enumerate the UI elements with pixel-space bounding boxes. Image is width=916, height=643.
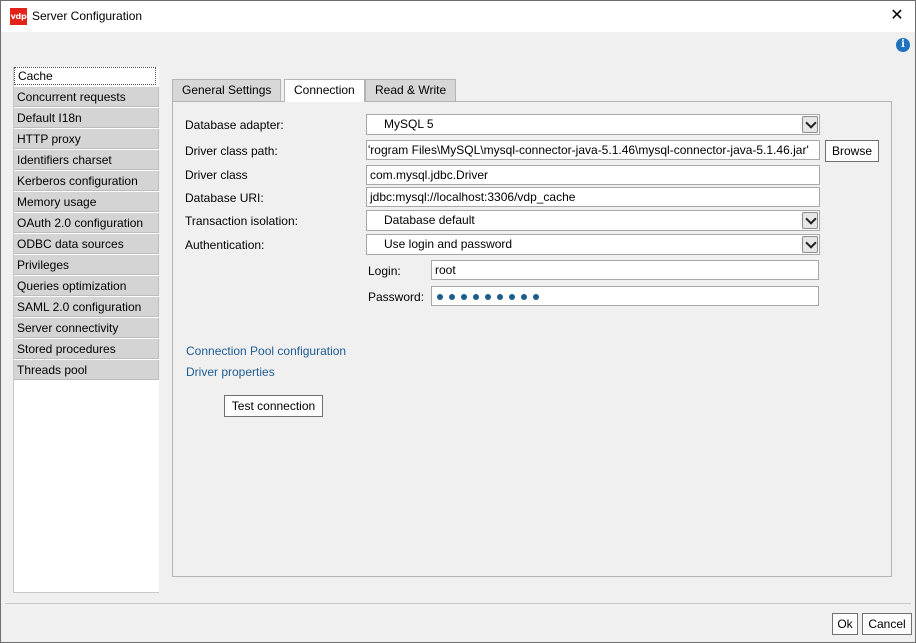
- driver-properties-link[interactable]: Driver properties: [186, 365, 275, 379]
- sidebar-item-privileges[interactable]: Privileges: [14, 255, 159, 275]
- transaction-isolation-select[interactable]: Database default: [366, 210, 820, 231]
- password-mask-dot: [437, 293, 443, 300]
- password-label: Password:: [368, 290, 425, 304]
- transaction-isolation-label: Transaction isolation:: [185, 214, 298, 228]
- sidebar-item-threads-pool[interactable]: Threads pool: [14, 360, 159, 380]
- authentication-label: Authentication:: [185, 238, 265, 252]
- password-mask-dot: [449, 293, 455, 300]
- settings-sidebar: Cache Concurrent requests Default I18n H…: [13, 67, 159, 593]
- window-title: Server Configuration: [32, 9, 143, 23]
- connection-pool-configuration-link[interactable]: Connection Pool configuration: [186, 344, 346, 358]
- sidebar-item-cache[interactable]: Cache: [14, 67, 156, 85]
- driver-class-path-label: Driver class path:: [185, 144, 278, 158]
- sidebar-item-concurrent-requests[interactable]: Concurrent requests: [14, 87, 159, 107]
- sidebar-item-identifiers-charset[interactable]: Identifiers charset: [14, 150, 159, 170]
- sidebar-item-queries-optimization[interactable]: Queries optimization: [14, 276, 159, 296]
- chevron-down-icon[interactable]: [802, 212, 818, 229]
- authentication-value: Use login and password: [384, 237, 513, 251]
- chevron-down-icon[interactable]: [802, 116, 818, 133]
- vdp-app-icon: vdp: [10, 8, 27, 25]
- test-connection-button[interactable]: Test connection: [224, 395, 323, 417]
- sidebar-item-default-i18n[interactable]: Default I18n: [14, 108, 159, 128]
- chevron-down-icon[interactable]: [802, 236, 818, 253]
- tab-read-write[interactable]: Read & Write: [365, 79, 457, 101]
- close-icon[interactable]: ✕: [885, 5, 909, 27]
- database-adapter-select[interactable]: MySQL 5: [366, 114, 820, 135]
- password-mask-dot: [461, 293, 467, 300]
- password-input[interactable]: [431, 286, 819, 306]
- sidebar-item-stored-procedures[interactable]: Stored procedures: [14, 339, 159, 359]
- driver-class-label: Driver class: [185, 168, 248, 182]
- sidebar-item-kerberos-configuration[interactable]: Kerberos configuration: [14, 171, 159, 191]
- sidebar-item-http-proxy[interactable]: HTTP proxy: [14, 129, 159, 149]
- password-mask-dot: [497, 293, 503, 300]
- browse-button[interactable]: Browse: [825, 140, 879, 162]
- password-mask-dot: [533, 293, 539, 300]
- footer-divider: [5, 603, 911, 604]
- cancel-button[interactable]: Cancel: [862, 613, 912, 635]
- ok-button[interactable]: Ok: [832, 613, 858, 635]
- driver-class-path-input[interactable]: 'rogram Files\MySQL\mysql-connector-java…: [366, 140, 820, 160]
- database-adapter-label: Database adapter:: [185, 118, 284, 132]
- tab-connection[interactable]: Connection: [284, 79, 365, 102]
- sidebar-item-saml-configuration[interactable]: SAML 2.0 configuration: [14, 297, 159, 317]
- sidebar-item-memory-usage[interactable]: Memory usage: [14, 192, 159, 212]
- login-label: Login:: [368, 264, 401, 278]
- sidebar-item-server-connectivity[interactable]: Server connectivity: [14, 318, 159, 338]
- database-uri-input[interactable]: jdbc:mysql://localhost:3306/vdp_cache: [366, 187, 820, 207]
- server-configuration-window: vdp Server Configuration ✕ i Cache Concu…: [0, 0, 916, 643]
- driver-class-input[interactable]: com.mysql.jdbc.Driver: [366, 165, 820, 185]
- sidebar-item-oauth-configuration[interactable]: OAuth 2.0 configuration: [14, 213, 159, 233]
- database-adapter-value: MySQL 5: [384, 117, 434, 131]
- database-uri-label: Database URI:: [185, 191, 264, 205]
- title-bar: vdp Server Configuration ✕: [1, 1, 915, 32]
- password-mask-dot: [509, 293, 515, 300]
- authentication-select[interactable]: Use login and password: [366, 234, 820, 255]
- password-mask-dot: [485, 293, 491, 300]
- tab-general-settings[interactable]: General Settings: [172, 79, 282, 101]
- password-mask-dot: [473, 293, 479, 300]
- transaction-isolation-value: Database default: [384, 213, 475, 227]
- password-mask-dot: [521, 293, 527, 300]
- info-icon[interactable]: i: [896, 38, 910, 52]
- login-input[interactable]: root: [431, 260, 819, 280]
- sidebar-item-odbc-data-sources[interactable]: ODBC data sources: [14, 234, 159, 254]
